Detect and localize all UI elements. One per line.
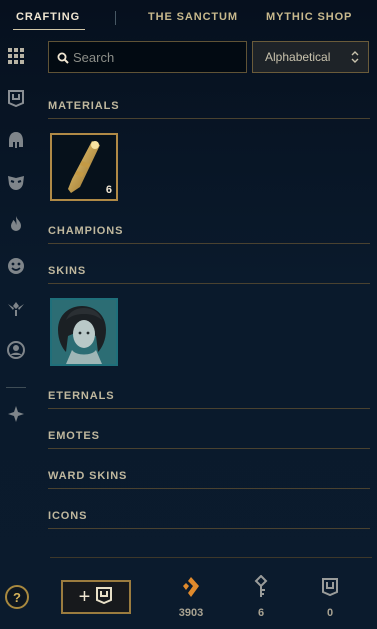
footer-divider bbox=[50, 557, 372, 558]
tab-the-sanctum[interactable]: THE SANCTUM bbox=[148, 11, 238, 23]
section-title-materials: MATERIALS bbox=[48, 100, 120, 112]
section-title-ward-skins: WARD SKINS bbox=[48, 470, 128, 482]
key-balance: 6 bbox=[241, 575, 281, 619]
tab-mythic-shop[interactable]: MYTHIC SHOP bbox=[266, 11, 352, 23]
sort-selected-label: Alphabetical bbox=[265, 50, 331, 64]
profile-icon[interactable] bbox=[6, 340, 26, 360]
search-box bbox=[48, 41, 247, 73]
tab-crafting[interactable]: CRAFTING bbox=[16, 11, 80, 23]
blue-essence-balance: 3903 bbox=[171, 575, 211, 619]
section-title-eternals: ETERNALS bbox=[48, 390, 115, 402]
chest-value: 0 bbox=[326, 607, 334, 619]
skin-portrait-image bbox=[52, 300, 116, 364]
chest-icon bbox=[310, 575, 350, 599]
add-plus-label: + bbox=[78, 586, 91, 608]
skin-item-shard[interactable] bbox=[50, 298, 118, 366]
search-input[interactable] bbox=[73, 42, 243, 72]
ward-icon[interactable] bbox=[6, 298, 26, 318]
section-title-skins: SKINS bbox=[48, 265, 87, 277]
sidebar-divider bbox=[6, 387, 26, 388]
flame-icon[interactable] bbox=[6, 214, 26, 234]
item-count: 6 bbox=[105, 184, 112, 196]
section-divider bbox=[48, 528, 370, 529]
section-title-emotes: EMOTES bbox=[48, 430, 100, 442]
chevron-updown-icon bbox=[351, 50, 359, 64]
key-icon bbox=[241, 575, 281, 599]
section-divider bbox=[48, 118, 370, 119]
chest-icon[interactable] bbox=[6, 88, 26, 108]
blue-essence-value: 3903 bbox=[178, 607, 204, 619]
active-tab-underline bbox=[13, 29, 85, 30]
emote-face-icon[interactable] bbox=[6, 256, 26, 276]
search-icon bbox=[57, 51, 69, 64]
key-value: 6 bbox=[257, 607, 265, 619]
mask-icon[interactable] bbox=[6, 172, 26, 192]
help-button[interactable]: ? bbox=[5, 585, 29, 609]
chest-balance: 0 bbox=[310, 575, 350, 619]
section-divider bbox=[48, 448, 370, 449]
section-divider bbox=[48, 408, 370, 409]
crest-icon[interactable] bbox=[6, 404, 26, 424]
chest-icon bbox=[95, 586, 113, 609]
section-divider bbox=[48, 243, 370, 244]
category-sidebar bbox=[0, 40, 34, 480]
tab-divider bbox=[115, 11, 116, 25]
grid-icon[interactable] bbox=[6, 46, 26, 66]
section-title-icons: ICONS bbox=[48, 510, 88, 522]
sort-dropdown[interactable]: Alphabetical bbox=[252, 41, 369, 73]
add-chest-button[interactable]: + bbox=[61, 580, 131, 614]
section-title-champions: CHAMPIONS bbox=[48, 225, 124, 237]
top-tabs: CRAFTING THE SANCTUM MYTHIC SHOP bbox=[0, 0, 377, 36]
section-divider bbox=[48, 488, 370, 489]
section-divider bbox=[48, 283, 370, 284]
material-item-key-fragment[interactable]: 6 bbox=[50, 133, 118, 201]
helmet-icon[interactable] bbox=[6, 130, 26, 150]
blue-essence-icon bbox=[171, 575, 211, 599]
